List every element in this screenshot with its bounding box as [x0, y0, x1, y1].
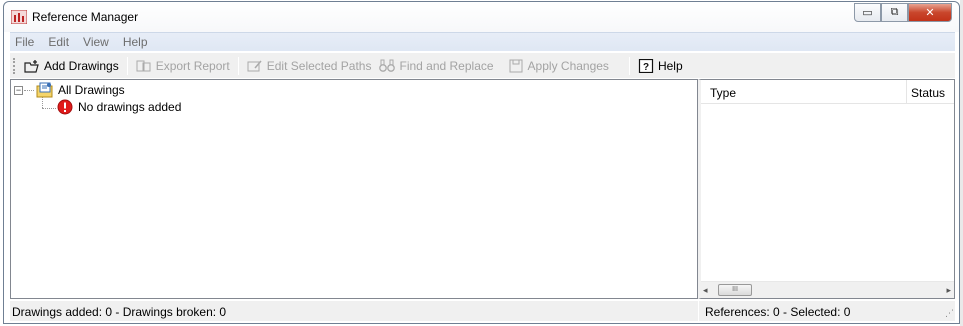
- export-report-label: Export Report: [155, 58, 230, 73]
- toolbar-separator: [628, 56, 630, 75]
- edit-selected-paths-label: Edit Selected Paths: [266, 58, 372, 73]
- menu-edit[interactable]: Edit: [41, 35, 76, 49]
- tree-root-label: All Drawings: [58, 83, 125, 97]
- close-button[interactable]: ✕: [908, 3, 952, 22]
- toolbar-separator: [126, 56, 128, 75]
- find-and-replace-label: Find and Replace: [399, 58, 494, 73]
- tree-node-no-drawings[interactable]: No drawings added: [57, 99, 181, 115]
- window-controls: ▭ ⧉ ✕: [854, 3, 952, 23]
- menu-help[interactable]: Help: [116, 35, 155, 49]
- reference-manager-window: Reference Manager ▭ ⧉ ✕ File Edit View H…: [3, 1, 960, 324]
- menu-file[interactable]: File: [10, 35, 41, 49]
- status-bar: Drawings added: 0 - Drawings broken: 0 R…: [10, 301, 955, 321]
- scroll-right-arrow-icon[interactable]: ▸: [946, 285, 951, 296]
- tree-connector: [24, 90, 34, 91]
- references-status-text: References: 0 - Selected: 0: [705, 305, 851, 319]
- collapse-expander[interactable]: −: [14, 86, 23, 95]
- tree-connector: [42, 108, 56, 109]
- column-header-type[interactable]: Type: [710, 86, 736, 100]
- restore-icon: ⧉: [890, 6, 899, 18]
- add-folder-icon: [24, 59, 39, 73]
- toolbar-separator: [237, 56, 239, 75]
- drawings-status-text: Drawings added: 0 - Drawings broken: 0: [12, 305, 227, 319]
- find-and-replace-button[interactable]: Find and Replace: [375, 55, 497, 77]
- reference-manager-app-icon: [11, 10, 27, 24]
- horizontal-scrollbar[interactable]: ◂ III ▸: [701, 281, 954, 298]
- scroll-thumb[interactable]: III: [718, 284, 752, 296]
- edit-paths-icon: [247, 60, 262, 71]
- error-icon: [57, 99, 73, 115]
- save-icon: [509, 59, 523, 72]
- column-header-status[interactable]: Status: [911, 86, 945, 100]
- menu-view[interactable]: View: [76, 35, 116, 49]
- drawings-tree-pane[interactable]: − All Drawings No drawings added: [10, 79, 698, 299]
- restore-button[interactable]: ⧉: [881, 3, 908, 22]
- edit-selected-paths-button[interactable]: Edit Selected Paths: [243, 55, 376, 77]
- drawings-folder-icon: [36, 82, 53, 98]
- toolbar-grip[interactable]: [13, 57, 16, 74]
- add-drawings-label: Add Drawings: [44, 58, 119, 73]
- help-label: Help: [657, 58, 683, 73]
- tree-child-label: No drawings added: [78, 100, 182, 114]
- export-report-button[interactable]: Export Report: [132, 55, 234, 77]
- menu-bar: File Edit View Help: [10, 32, 955, 51]
- apply-changes-button[interactable]: Apply Changes: [504, 55, 613, 77]
- binoculars-icon: [379, 59, 396, 72]
- tree-connector: [42, 97, 43, 108]
- tree-node-all-drawings[interactable]: All Drawings: [36, 82, 125, 98]
- toolbar: Add Drawings Export Report Edit Selected…: [10, 53, 955, 78]
- title-bar[interactable]: Reference Manager ▭ ⧉ ✕: [4, 2, 959, 32]
- minimize-button[interactable]: ▭: [854, 3, 881, 22]
- help-icon: ?: [638, 58, 654, 73]
- status-divider: [698, 301, 699, 321]
- minimize-icon: ▭: [862, 7, 873, 19]
- apply-changes-label: Apply Changes: [527, 58, 609, 73]
- export-report-icon: [136, 60, 151, 71]
- window-title: Reference Manager: [32, 10, 139, 24]
- resize-grip-icon[interactable]: ⋰: [945, 308, 954, 319]
- help-button[interactable]: ? Help: [634, 55, 687, 77]
- close-icon: ✕: [925, 7, 935, 19]
- svg-text:?: ?: [643, 62, 649, 73]
- column-divider[interactable]: [906, 80, 907, 104]
- scroll-left-arrow-icon[interactable]: ◂: [703, 285, 708, 296]
- references-list-pane[interactable]: Type Status ◂ III ▸: [698, 79, 955, 299]
- add-drawings-button[interactable]: Add Drawings: [20, 55, 123, 77]
- list-header: Type Status: [701, 80, 954, 104]
